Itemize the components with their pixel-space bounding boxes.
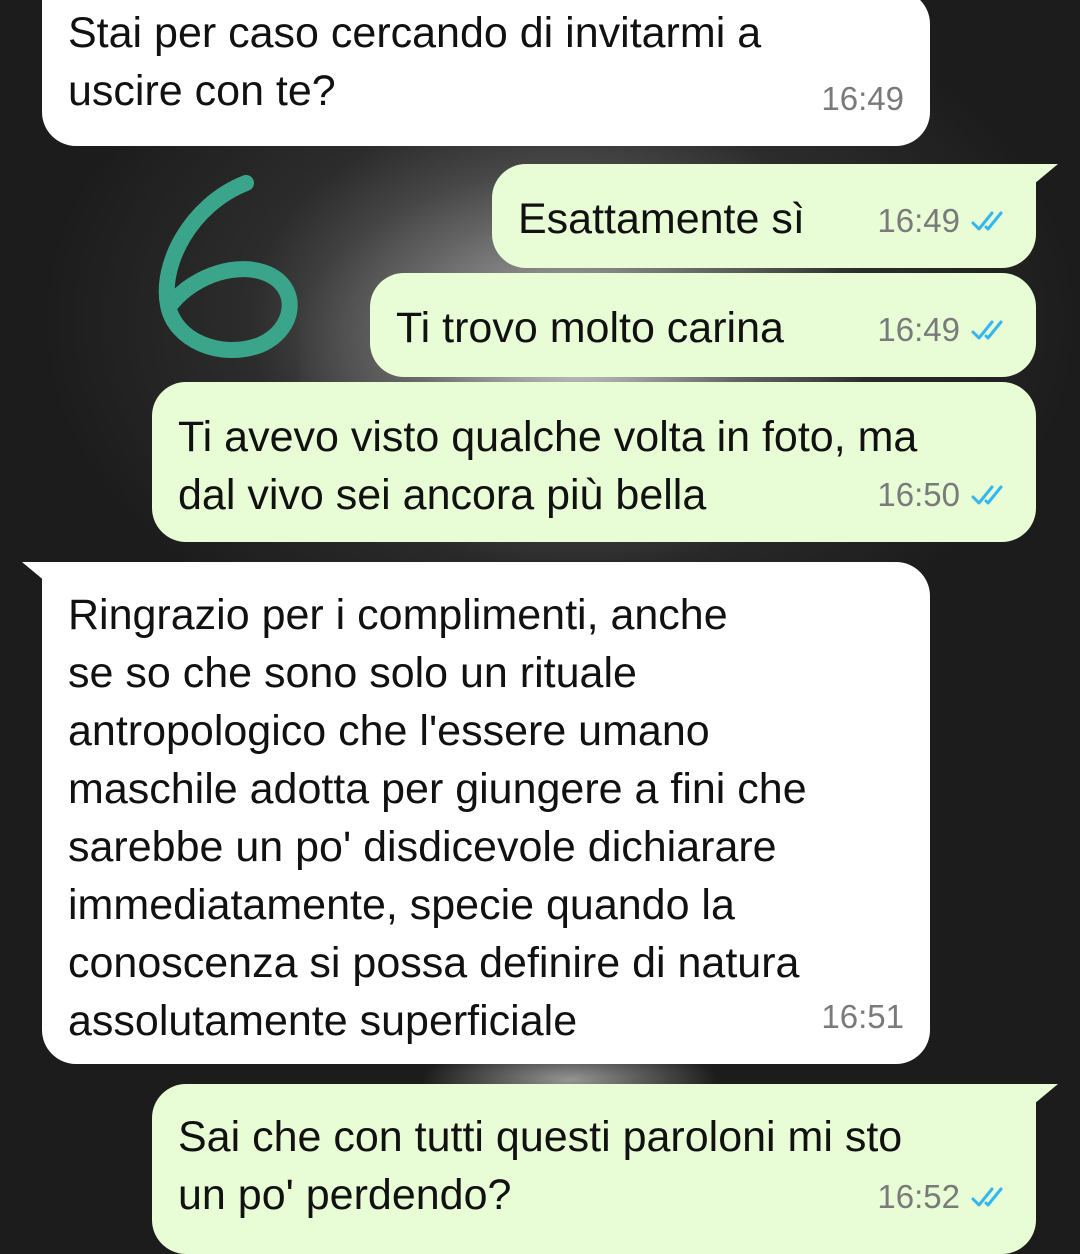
- bubble-tail: [22, 562, 58, 592]
- message-time: 16:52: [877, 1178, 960, 1215]
- bubble-tail: [1022, 164, 1058, 194]
- message-outgoing[interactable]: Ti avevo visto qualche volta in foto, ma…: [152, 382, 1036, 542]
- message-text: Ringrazio per i complimenti, anche se so…: [68, 591, 807, 1045]
- message-meta: 16:49: [821, 70, 904, 128]
- message-meta: 16:49: [877, 301, 1010, 359]
- double-check-icon: [971, 320, 1003, 340]
- message-outgoing[interactable]: Esattamente sì 16:49: [492, 164, 1058, 268]
- message-time: 16:50: [877, 476, 960, 513]
- message-text: Stai per caso cercando di invitarmi a us…: [68, 9, 762, 115]
- double-check-icon: [971, 485, 1003, 505]
- double-check-icon: [971, 1187, 1003, 1207]
- message-meta: 16:51: [821, 988, 904, 1046]
- message-meta: 16:49: [877, 192, 1010, 250]
- message-outgoing[interactable]: Sai che con tutti questi paroloni mi sto…: [152, 1084, 1058, 1254]
- message-time: 16:49: [821, 80, 904, 117]
- message-meta: 16:50: [877, 466, 1010, 524]
- message-incoming[interactable]: Ringrazio per i complimenti, anche se so…: [22, 562, 930, 1064]
- message-time: 16:49: [877, 202, 960, 239]
- handwritten-six-annotation: [158, 175, 298, 358]
- message-incoming[interactable]: Stai per caso cercando di invitarmi a us…: [42, 0, 930, 146]
- message-time: 16:51: [821, 998, 904, 1035]
- double-check-icon: [971, 211, 1003, 231]
- message-outgoing[interactable]: Ti trovo molto carina 16:49: [370, 273, 1036, 377]
- message-time: 16:49: [877, 311, 960, 348]
- bubble-tail: [1022, 1084, 1058, 1114]
- message-meta: 16:52: [877, 1168, 1010, 1226]
